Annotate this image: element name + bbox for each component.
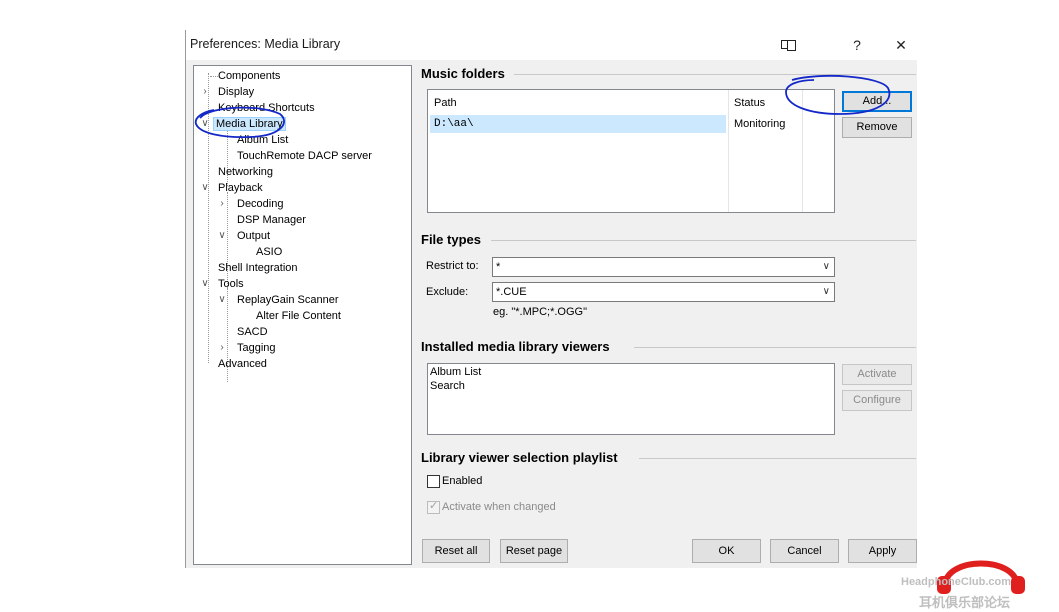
tree-item-replaygain-scanner[interactable]: ∨ ReplayGain Scanner — [217, 292, 341, 308]
chevron-down-icon[interactable]: ∨ — [823, 283, 830, 301]
chevron-down-icon[interactable]: ∨ — [217, 228, 227, 244]
tree-item-output[interactable]: ∨ Output — [217, 228, 272, 244]
exclude-value: *.CUE — [496, 286, 527, 298]
chevron-down-icon[interactable]: ∨ — [823, 258, 830, 276]
restrict-label: Restrict to: — [426, 260, 479, 272]
tree-item-advanced[interactable]: Advanced — [200, 356, 269, 372]
tree-item-album-list[interactable]: Album List — [219, 132, 290, 148]
cancel-button[interactable]: Cancel — [770, 539, 839, 563]
reset-page-button[interactable]: Reset page — [500, 539, 568, 563]
window-icon — [781, 40, 796, 51]
tree-item-tagging[interactable]: › Tagging — [219, 340, 278, 356]
tree-item-sacd[interactable]: SACD — [219, 324, 270, 340]
enabled-checkbox[interactable] — [427, 475, 440, 488]
watermark-line2: 耳机俱乐部论坛 — [919, 596, 1011, 611]
tree-item-decoding[interactable]: › Decoding — [219, 196, 285, 212]
column-separator[interactable] — [728, 90, 729, 212]
apply-button[interactable]: Apply — [848, 539, 917, 563]
reset-all-button[interactable]: Reset all — [422, 539, 490, 563]
section-divider — [491, 240, 916, 241]
close-button[interactable]: ✕ — [889, 34, 913, 56]
tree-item-alter-file-content[interactable]: Alter File Content — [238, 308, 343, 324]
chevron-right-icon[interactable]: › — [200, 84, 210, 100]
activate-when-changed-label: Activate when changed — [442, 501, 556, 513]
ok-button[interactable]: OK — [692, 539, 761, 563]
column-separator[interactable] — [802, 90, 803, 212]
section-divider — [639, 458, 916, 459]
chevron-down-icon[interactable]: ∨ — [200, 180, 210, 196]
tree-item-asio[interactable]: ASIO — [238, 244, 284, 260]
restrict-combo[interactable]: * ∨ — [492, 257, 835, 277]
viewers-title: Installed media library viewers — [421, 339, 610, 354]
folder-status: Monitoring — [734, 118, 786, 130]
headphone-logo-icon — [937, 560, 1025, 594]
tree-item-tools[interactable]: ∨ Tools — [200, 276, 246, 292]
chevron-right-icon[interactable]: › — [217, 340, 227, 356]
add-folder-button[interactable]: Add... — [842, 91, 912, 112]
activate-when-changed-checkbox[interactable] — [427, 499, 440, 514]
tree-item-media-library[interactable]: ∨ Media Library — [200, 116, 286, 132]
title-bar: Preferences: Media Library ? ✕ — [186, 30, 917, 60]
restrict-value: * — [496, 261, 501, 273]
music-folders-list[interactable]: Path Status D:\aa\ Monitoring — [427, 89, 835, 213]
tree-item-dsp-manager[interactable]: DSP Manager — [219, 212, 308, 228]
music-folders-title: Music folders — [421, 66, 505, 81]
column-header-path[interactable]: Path — [434, 97, 457, 109]
folder-path: D:\aa\ — [434, 118, 474, 130]
configure-button[interactable]: Configure — [842, 390, 912, 411]
tree-item-touchremote[interactable]: TouchRemote DACP server — [219, 148, 374, 164]
chevron-right-icon[interactable]: › — [217, 196, 227, 212]
viewers-list[interactable]: Album List Search — [427, 363, 835, 435]
window-mode-button[interactable] — [774, 34, 798, 56]
chevron-down-icon[interactable]: ∨ — [217, 292, 227, 308]
remove-folder-button[interactable]: Remove — [842, 117, 912, 138]
section-divider — [514, 74, 916, 75]
activate-button[interactable]: Activate — [842, 364, 912, 385]
column-header-status[interactable]: Status — [734, 97, 765, 109]
enabled-label: Enabled — [442, 475, 483, 487]
window-title: Preferences: Media Library — [190, 37, 341, 51]
exclude-label: Exclude: — [426, 286, 469, 298]
tree-item-networking[interactable]: Networking — [200, 164, 275, 180]
preferences-dialog: Preferences: Media Library ? ✕ Component… — [185, 30, 917, 568]
tree-item-playback[interactable]: ∨ Playback — [200, 180, 265, 196]
tree-item-keyboard-shortcuts[interactable]: Keyboard Shortcuts — [200, 100, 317, 116]
chevron-down-icon[interactable]: ∨ — [200, 276, 210, 292]
headphoneclub-watermark: HeadphoneClub.com 耳机俱乐部论坛 — [899, 542, 1059, 612]
preferences-tree[interactable]: Components › Display Keyboard Shortcuts … — [193, 65, 412, 565]
list-item[interactable]: Album List — [430, 366, 481, 378]
file-types-title: File types — [421, 232, 481, 247]
help-icon: ? — [853, 37, 861, 53]
help-button[interactable]: ? — [845, 34, 869, 56]
close-icon: ✕ — [895, 37, 907, 53]
tree-item-display[interactable]: › Display — [200, 84, 256, 100]
exclude-combo[interactable]: *.CUE ∨ — [492, 282, 835, 302]
playlist-title: Library viewer selection playlist — [421, 450, 618, 465]
tree-item-components[interactable]: Components — [200, 68, 282, 84]
chevron-down-icon[interactable]: ∨ — [200, 116, 210, 132]
tree-item-shell-integration[interactable]: Shell Integration — [200, 260, 300, 276]
table-row[interactable]: D:\aa\ — [430, 115, 726, 133]
exclude-hint: eg. "*.MPC;*.OGG" — [493, 306, 587, 318]
watermark-line1: HeadphoneClub.com — [901, 576, 1012, 588]
section-divider — [634, 347, 916, 348]
list-item[interactable]: Search — [430, 380, 465, 392]
